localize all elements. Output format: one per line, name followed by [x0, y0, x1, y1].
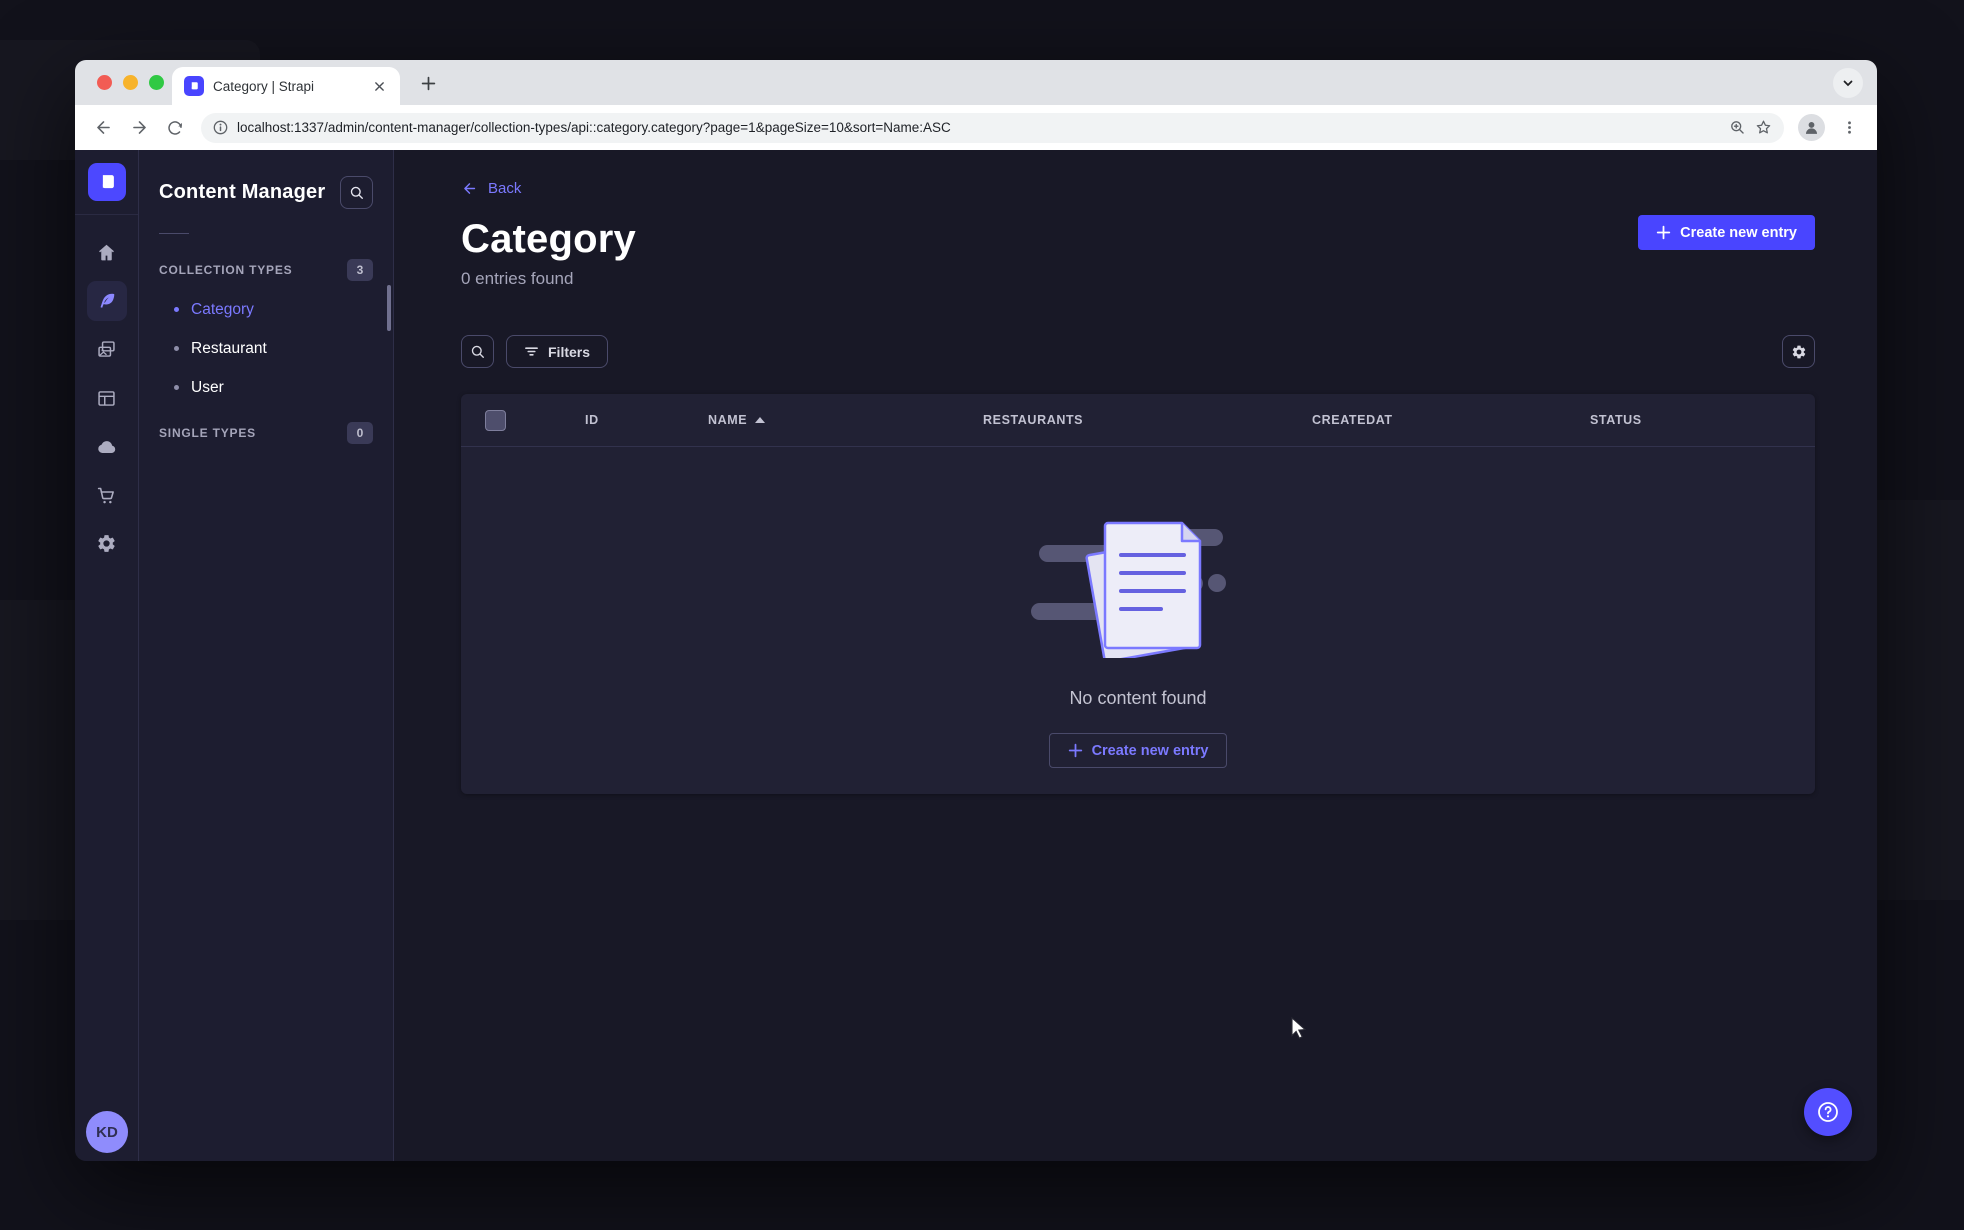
subnav-search-button[interactable]	[340, 176, 373, 209]
single-types-section: SINGLE TYPES 0	[139, 413, 393, 453]
url-bar[interactable]: localhost:1337/admin/content-manager/col…	[201, 112, 1784, 143]
bookmark-star-icon[interactable]	[1755, 119, 1772, 136]
single-types-count-badge: 0	[347, 422, 373, 444]
sidebar-item-restaurant[interactable]: Restaurant	[139, 329, 393, 368]
collection-types-count-badge: 3	[347, 259, 373, 281]
forward-nav-icon[interactable]	[123, 112, 155, 144]
cloud-icon[interactable]	[87, 427, 127, 467]
content-manager-subnav: Content Manager COLLECTION TYPES 3 Categ…	[139, 150, 394, 1161]
no-content-illustration	[1030, 521, 1226, 658]
marketplace-icon[interactable]	[87, 475, 127, 515]
subnav-title: Content Manager	[159, 181, 326, 203]
fullscreen-window-button[interactable]	[149, 75, 164, 90]
content-type-builder-icon[interactable]	[87, 378, 127, 418]
main-nav: KD	[75, 150, 139, 1161]
filters-label: Filters	[548, 343, 591, 360]
create-new-entry-label: Create new entry	[1680, 224, 1797, 241]
strapi-app: KD Content Manager COLLECTION TYPES 3 Ca…	[75, 150, 1877, 1161]
browser-menu-kebab-icon[interactable]	[1833, 112, 1865, 144]
tab-close-icon[interactable]	[370, 77, 388, 95]
browser-tab[interactable]: Category | Strapi	[172, 67, 400, 105]
window-controls	[97, 75, 164, 90]
bullet-icon	[174, 346, 179, 351]
empty-create-entry-button[interactable]: Create new entry	[1048, 733, 1228, 768]
create-new-entry-button[interactable]: Create new entry	[1638, 215, 1815, 250]
sidebar-item-category[interactable]: Category	[139, 290, 393, 329]
filter-icon	[525, 347, 538, 356]
minimize-window-button[interactable]	[123, 75, 138, 90]
single-types-label: SINGLE TYPES	[159, 426, 256, 440]
sort-ascending-icon	[755, 417, 766, 423]
browser-window: Category | Strapi localhost:1337/admin/c…	[75, 60, 1877, 1161]
table-settings-gear-icon[interactable]	[1782, 335, 1815, 368]
close-window-button[interactable]	[97, 75, 112, 90]
sidebar-item-label: User	[191, 378, 224, 396]
strapi-logo[interactable]	[87, 163, 126, 201]
site-info-icon[interactable]	[213, 120, 228, 135]
page-title: Category	[461, 217, 636, 261]
column-header-name[interactable]: NAME	[708, 413, 983, 427]
collection-types-label: COLLECTION TYPES	[159, 263, 293, 277]
back-label: Back	[488, 180, 522, 197]
strapi-favicon	[184, 76, 204, 96]
strapi-logo-wrap	[75, 150, 138, 215]
tab-title: Category | Strapi	[213, 78, 315, 94]
column-header-restaurants[interactable]: RESTAURANTS	[983, 413, 1312, 427]
bullet-icon	[174, 307, 179, 312]
tab-search-chevron-icon[interactable]	[1833, 68, 1863, 98]
divider	[159, 233, 189, 234]
new-tab-button[interactable]	[415, 70, 441, 96]
url-text[interactable]: localhost:1337/admin/content-manager/col…	[237, 120, 1720, 135]
back-nav-icon[interactable]	[87, 112, 119, 144]
reload-icon[interactable]	[159, 112, 191, 144]
entries-count: 0 entries found	[461, 269, 574, 288]
plus-icon	[1656, 225, 1671, 240]
empty-create-entry-label: Create new entry	[1091, 742, 1209, 759]
search-button[interactable]	[461, 335, 494, 368]
sidebar-item-user[interactable]: User	[139, 368, 393, 407]
select-all-checkbox[interactable]	[485, 409, 506, 431]
home-icon[interactable]	[87, 233, 127, 273]
subnav-scrollbar[interactable]	[387, 285, 391, 331]
tab-strip: Category | Strapi	[75, 60, 1877, 105]
sidebar-item-label: Restaurant	[191, 339, 267, 357]
help-button[interactable]	[1804, 1088, 1852, 1136]
settings-icon[interactable]	[87, 524, 127, 564]
filters-button[interactable]: Filters	[506, 335, 609, 368]
action-bar: Filters	[461, 335, 1815, 368]
bullet-icon	[174, 385, 179, 390]
user-avatar[interactable]: KD	[86, 1111, 128, 1153]
column-header-status[interactable]: STATUS	[1590, 413, 1791, 427]
media-library-icon[interactable]	[87, 330, 127, 370]
browser-profile-icon[interactable]	[1798, 114, 1825, 141]
back-arrow-icon	[464, 183, 476, 194]
main-content: Back Category 0 entries found Create new…	[394, 150, 1877, 1161]
entries-table: ID NAME RESTAURANTS CREATEDAT STATUS No …	[461, 394, 1815, 794]
content-manager-icon[interactable]	[86, 281, 127, 321]
plus-icon	[1068, 743, 1082, 758]
collection-types-section: COLLECTION TYPES 3	[139, 250, 393, 290]
help-icon	[1818, 1102, 1838, 1122]
column-header-createdat[interactable]: CREATEDAT	[1312, 413, 1590, 427]
empty-state: No content found Create new entry	[461, 447, 1815, 768]
browser-toolbar: localhost:1337/admin/content-manager/col…	[75, 105, 1877, 150]
table-header-row: ID NAME RESTAURANTS CREATEDAT STATUS	[461, 394, 1815, 447]
back-link[interactable]: Back	[461, 180, 521, 197]
sidebar-item-label: Category	[191, 300, 254, 318]
column-header-id[interactable]: ID	[585, 413, 708, 427]
empty-message: No content found	[1069, 688, 1207, 708]
zoom-page-icon[interactable]	[1729, 119, 1746, 136]
